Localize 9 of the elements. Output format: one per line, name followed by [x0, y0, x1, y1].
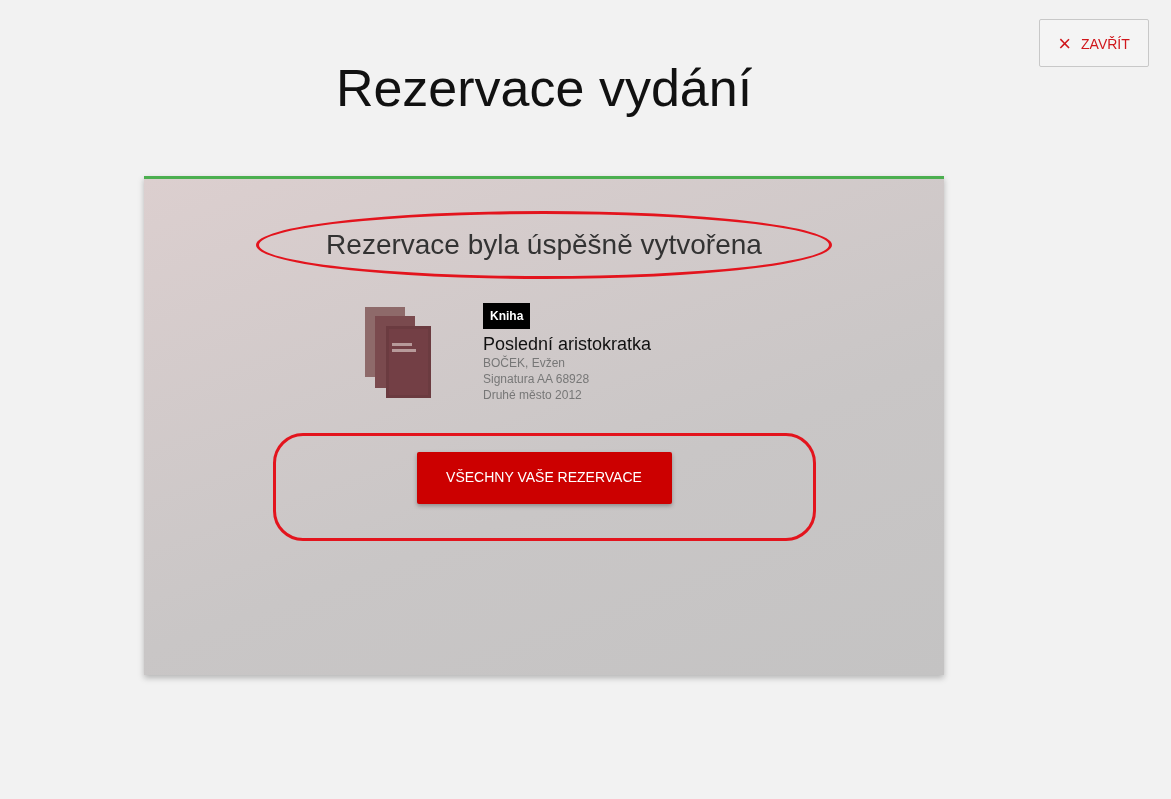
type-badge: Kniha [483, 303, 531, 329]
page-title: Rezervace vydání [334, 62, 754, 118]
book-signature: Signatura AA 68928 [483, 370, 591, 387]
book-publisher: Druhé město 2012 [483, 386, 583, 403]
close-icon: × [1058, 30, 1072, 56]
all-reservations-button[interactable]: VŠECHNY VAŠE REZERVACE [416, 451, 672, 504]
book-author: BOČEK, Evžen [483, 354, 567, 371]
book-title: Poslední aristokratka [483, 335, 653, 355]
success-message: Rezervace byla úspěšně vytvořena [326, 228, 762, 262]
